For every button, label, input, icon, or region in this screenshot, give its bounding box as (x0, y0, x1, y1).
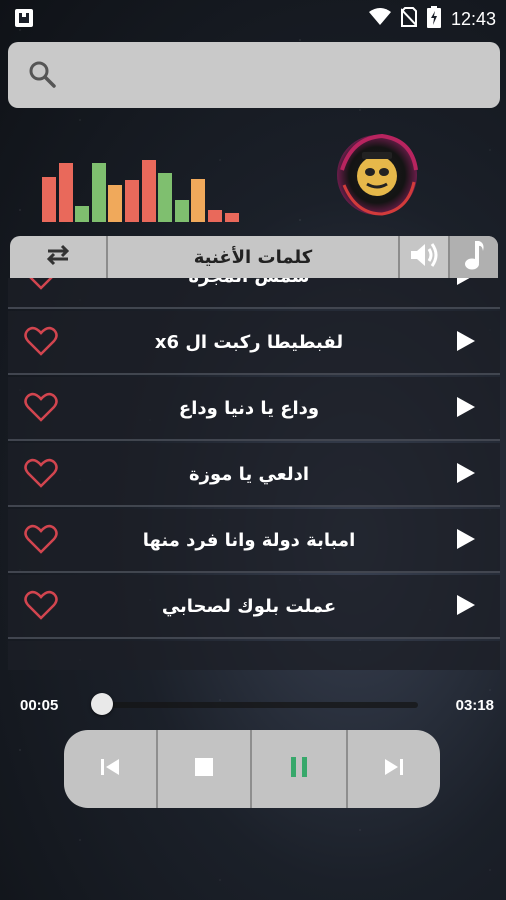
equalizer-bar (125, 180, 139, 222)
status-bar: 12:43 (0, 0, 506, 36)
song-title: شمس المجرة (68, 278, 430, 307)
equalizer-bar (158, 173, 173, 222)
equalizer-bar (75, 206, 90, 222)
volume-button[interactable] (400, 236, 448, 278)
search-bar[interactable] (8, 42, 500, 108)
pause-icon (289, 756, 309, 782)
skip-previous-icon (99, 756, 121, 782)
equalizer-bar (58, 163, 73, 222)
equalizer-bar (91, 163, 106, 222)
tab-lyrics[interactable]: كلمات الأغنية (108, 236, 398, 278)
song-title: امبابة دولة وانا فرد منها (142, 529, 356, 551)
equalizer-bar (224, 213, 239, 222)
heart-icon[interactable] (24, 458, 58, 488)
stop-button[interactable] (158, 730, 250, 808)
play-icon[interactable] (454, 278, 478, 287)
repeat-icon (44, 242, 72, 272)
list-item[interactable]: امبابة دولة وانا فرد منها (8, 509, 500, 573)
current-time: 00:05 (20, 697, 59, 714)
equalizer-bar (174, 200, 189, 222)
list-item[interactable]: شمس المجرة (8, 278, 500, 309)
equalizer-bar (191, 179, 206, 222)
heart-icon[interactable] (24, 392, 58, 422)
tab-lyrics-label: كلمات الأغنية (193, 246, 313, 268)
song-title: وداع يا دنيا وداع (178, 397, 320, 419)
previous-button[interactable] (64, 730, 156, 808)
play-icon[interactable] (454, 329, 478, 353)
song-list: شمس المجرة لفبطيطا ركبت ال x6 وداع يا دنيا… (8, 278, 500, 670)
no-sim-icon (400, 7, 418, 31)
heart-icon[interactable] (24, 524, 58, 554)
stop-icon (194, 757, 214, 781)
monkey-logo-icon (332, 130, 422, 220)
play-icon[interactable] (454, 593, 478, 617)
equalizer-bar (141, 160, 156, 222)
list-item[interactable]: عملت بلوك لصحابي (8, 575, 500, 639)
seek-bar[interactable] (100, 702, 418, 708)
list-item[interactable] (8, 641, 500, 670)
heart-icon[interactable] (24, 326, 58, 356)
notification-icon (14, 8, 34, 28)
search-input[interactable] (64, 54, 488, 96)
total-time: 03:18 (455, 697, 494, 714)
list-item[interactable]: وداع يا دنيا وداع (8, 377, 500, 441)
equalizer-bar (108, 185, 123, 222)
playback-controls (64, 730, 440, 808)
clock: 12:43 (450, 8, 496, 29)
next-button[interactable] (348, 730, 440, 808)
equalizer-visualizer (42, 150, 242, 222)
wifi-icon (368, 8, 391, 30)
play-icon[interactable] (454, 395, 478, 419)
repeat-button[interactable] (10, 236, 106, 278)
song-title: لفبطيطا ركبت ال x6 (154, 331, 344, 353)
heart-icon[interactable] (24, 590, 58, 620)
volume-icon (409, 241, 439, 273)
list-item[interactable]: لفبطيطا ركبت ال x6 (8, 311, 500, 375)
music-tab[interactable] (450, 236, 498, 278)
play-icon[interactable] (454, 527, 478, 551)
equalizer-bar (208, 210, 222, 222)
pause-button[interactable] (252, 730, 346, 808)
seek-thumb[interactable] (90, 693, 113, 715)
song-title: عملت بلوك لصحابي (161, 595, 337, 617)
battery-charging-icon (426, 6, 441, 32)
music-note-icon (463, 239, 485, 275)
skip-next-icon (383, 756, 405, 782)
tab-bar: كلمات الأغنية (10, 236, 498, 278)
heart-icon[interactable] (24, 278, 58, 290)
play-icon[interactable] (454, 461, 478, 485)
list-item[interactable]: ادلعي يا موزة (8, 443, 500, 507)
song-title: ادلعي يا موزة (189, 463, 310, 485)
equalizer-bar (42, 177, 56, 222)
search-icon[interactable] (28, 60, 58, 90)
